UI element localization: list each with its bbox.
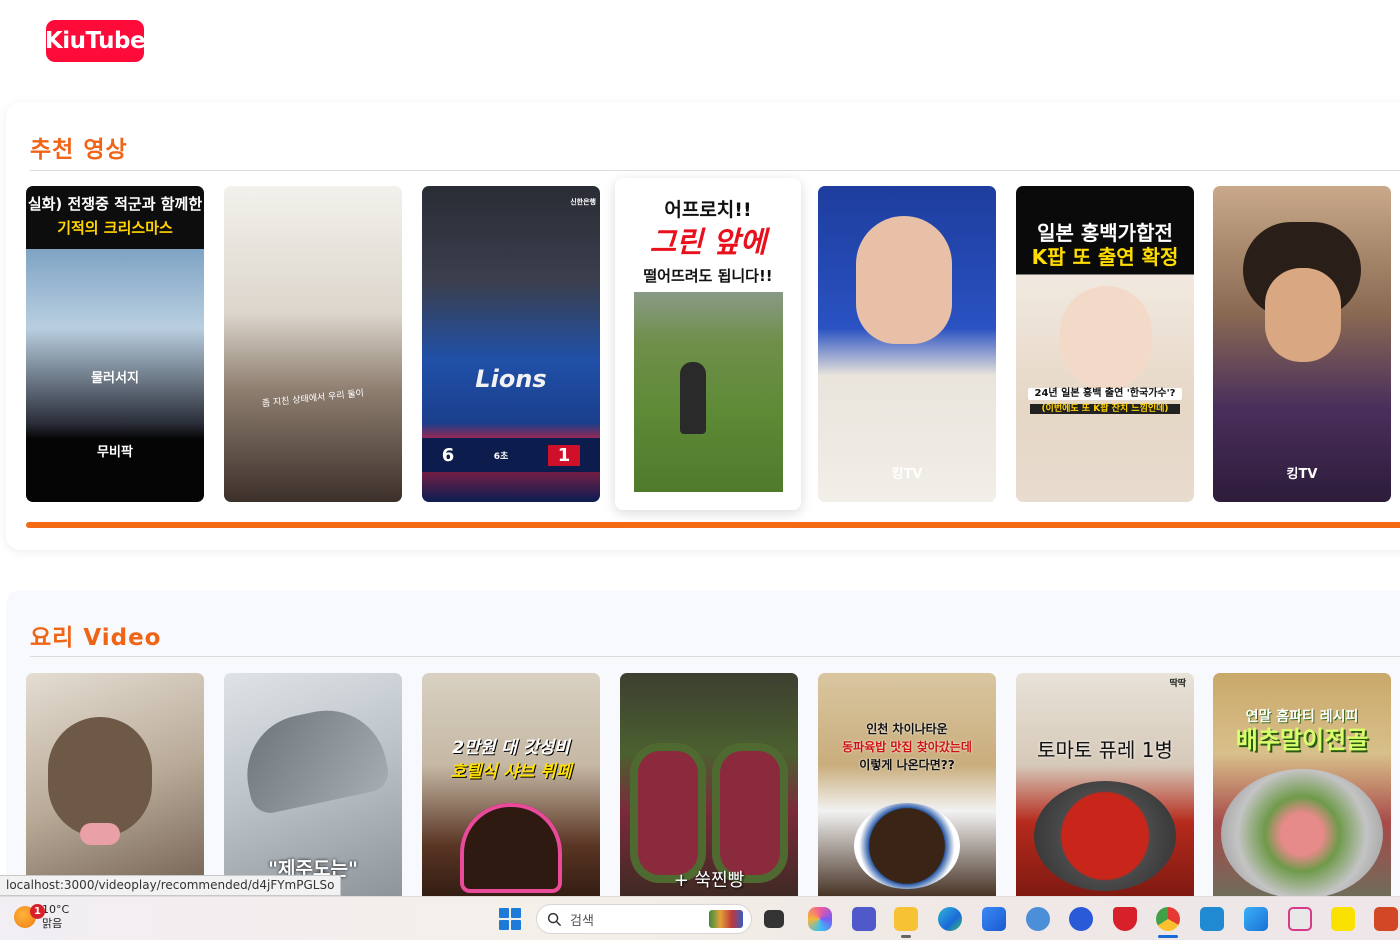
video-caption: 신한은행	[570, 198, 596, 206]
copilot-icon[interactable]	[808, 907, 832, 931]
scoreboard: 6 6초 1	[422, 438, 600, 472]
kiutube-logo[interactable]: KiuTube	[44, 20, 146, 62]
task-view-icon[interactable]	[764, 910, 784, 928]
search-highlight-icon	[709, 910, 743, 928]
divider	[30, 170, 1400, 171]
video-card[interactable]: 일본 홍백가합전 K팝 또 출연 확정 24년 일본 홍백 출연 '한국가수'?…	[1016, 186, 1194, 502]
video-card[interactable]: 킹TV	[1213, 186, 1391, 502]
security-icon[interactable]	[1113, 907, 1137, 931]
video-caption: 킹TV	[891, 467, 923, 482]
video-card[interactable]: "제주도는"	[224, 673, 402, 903]
search-placeholder: 검색	[570, 913, 594, 929]
video-caption: 딱딱	[1169, 679, 1186, 689]
golfer-figure	[680, 362, 706, 434]
video-caption: 24년 일본 홍백 출연 '한국가수'?	[1028, 388, 1182, 400]
otter-figure	[48, 717, 152, 837]
sun-icon: 1	[14, 904, 45, 928]
bun-figure	[712, 743, 788, 883]
jersey-text: Lions	[475, 365, 547, 393]
vscode-icon[interactable]	[1200, 907, 1224, 931]
video-caption: 호텔식 샤브 뷔페	[450, 762, 572, 782]
face-figure	[856, 216, 952, 344]
video-caption: (이번에도 또 K팝 잔치 느낌인데)	[1030, 404, 1180, 415]
video-caption: 인천 차이나타운	[866, 722, 948, 736]
hotpot-figure	[1221, 769, 1383, 899]
bowl-figure	[854, 803, 960, 889]
notification-badge: 1	[30, 904, 45, 919]
windows-taskbar: 1 10°C 맑음 검색	[0, 896, 1400, 940]
video-card[interactable]: 좀 지친 상태에서 우리 둘이	[224, 186, 402, 502]
face-figure	[1265, 268, 1341, 362]
video-caption: 기적의 크리스마스	[57, 219, 173, 237]
photos-icon[interactable]	[1244, 907, 1268, 931]
link-status-url: localhost:3000/videoplay/recommended/d4j…	[0, 875, 342, 896]
bun-figure	[630, 743, 706, 883]
video-caption: 연말 홈파티 레시피	[1245, 709, 1359, 725]
video-card[interactable]: 2만원 대 갓성비 호텔식 샤브 뷔페	[422, 673, 600, 903]
video-caption: 그린 앞에	[649, 225, 767, 259]
otter-mouth	[80, 823, 120, 845]
carousel-progress-bar[interactable]	[26, 522, 1400, 528]
video-card[interactable]: 딱딱 토마토 퓨레 1병	[1016, 673, 1194, 903]
video-caption: K팝 또 출연 확정	[1031, 245, 1179, 269]
settings-icon[interactable]	[1026, 907, 1050, 931]
video-card-hovered[interactable]: 어프로치!! 그린 앞에 떨어뜨려도 됩니다!!	[615, 178, 801, 510]
windows-start-icon[interactable]	[499, 908, 521, 930]
video-card[interactable]: 신한은행 Lions 6 6초 1	[422, 186, 600, 502]
score-left: 6	[441, 444, 455, 466]
video-caption: 동파육밥 맛집 찾아갔는데	[842, 740, 972, 754]
weather-desc: 맑음	[42, 917, 63, 930]
ice-cream-figure	[460, 803, 562, 893]
face-figure	[1060, 286, 1152, 390]
teams-icon[interactable]	[852, 907, 876, 931]
video-caption: 무비팍	[97, 445, 133, 460]
video-card[interactable]: 킹TV	[818, 186, 996, 502]
video-caption: 좀 지친 상태에서 우리 둘이	[261, 388, 365, 410]
video-caption: 배추말이전골	[1235, 726, 1369, 754]
video-caption: 떨어뜨려도 됩니다!!	[643, 267, 773, 285]
active-indicator	[1158, 935, 1178, 938]
score-right: 1	[547, 444, 581, 466]
app-icon[interactable]	[1069, 907, 1093, 931]
score-clock: 6초	[493, 451, 509, 462]
video-caption: 토마토 퓨레 1병	[1037, 738, 1173, 762]
weather-temp: 10°C	[42, 903, 70, 916]
snipping-icon[interactable]	[1288, 907, 1312, 931]
video-card[interactable]: 인천 차이나타운 동파육밥 맛집 찾아갔는데 이렇게 나온다면??	[818, 673, 996, 903]
pot-figure	[1034, 781, 1176, 891]
search-icon	[547, 912, 562, 926]
video-caption: 이렇게 나온다면??	[859, 758, 955, 772]
video-caption: + 쑥찐빵	[673, 870, 745, 891]
video-caption: 2만원 대 갓성비	[452, 738, 570, 758]
shrimp-figure	[236, 699, 392, 817]
kiutube-page: KiuTube 추천 영상 실화) 전쟁중 적군과 함께한 기적의 크리스마스 …	[0, 0, 1400, 940]
file-explorer-icon[interactable]	[894, 907, 918, 931]
video-card[interactable]: 연말 홈파티 레시피 배추말이전골	[1213, 673, 1391, 903]
active-indicator	[901, 935, 911, 938]
store-icon[interactable]	[982, 907, 1006, 931]
section-title: 요리 Video	[30, 625, 162, 651]
video-caption: 물러서지	[91, 371, 139, 386]
edge-icon[interactable]	[938, 907, 962, 931]
section-title: 추천 영상	[30, 137, 128, 163]
powerpoint-icon[interactable]	[1374, 907, 1398, 931]
weather-text: 10°C 맑음	[42, 903, 69, 931]
video-caption: 실화) 전쟁중 적군과 함께한	[27, 195, 203, 213]
chrome-icon[interactable]	[1156, 907, 1180, 931]
divider	[30, 656, 1400, 657]
logo-text: KiuTube	[44, 28, 146, 54]
taskbar-search[interactable]: 검색	[536, 904, 752, 934]
weather-widget[interactable]: 1 10°C 맑음	[14, 903, 69, 931]
video-card[interactable]: + 쑥찐빵	[620, 673, 798, 903]
video-card[interactable]: 실화) 전쟁중 적군과 함께한 기적의 크리스마스 물러서지 무비팍	[26, 186, 204, 502]
video-caption: 일본 홍백가합전	[1037, 221, 1173, 245]
video-card[interactable]	[26, 673, 204, 903]
video-caption: 킹TV	[1286, 467, 1318, 482]
video-caption: 어프로치!!	[664, 199, 752, 221]
video-thumbnail	[634, 292, 783, 492]
kakaotalk-icon[interactable]	[1331, 907, 1355, 931]
